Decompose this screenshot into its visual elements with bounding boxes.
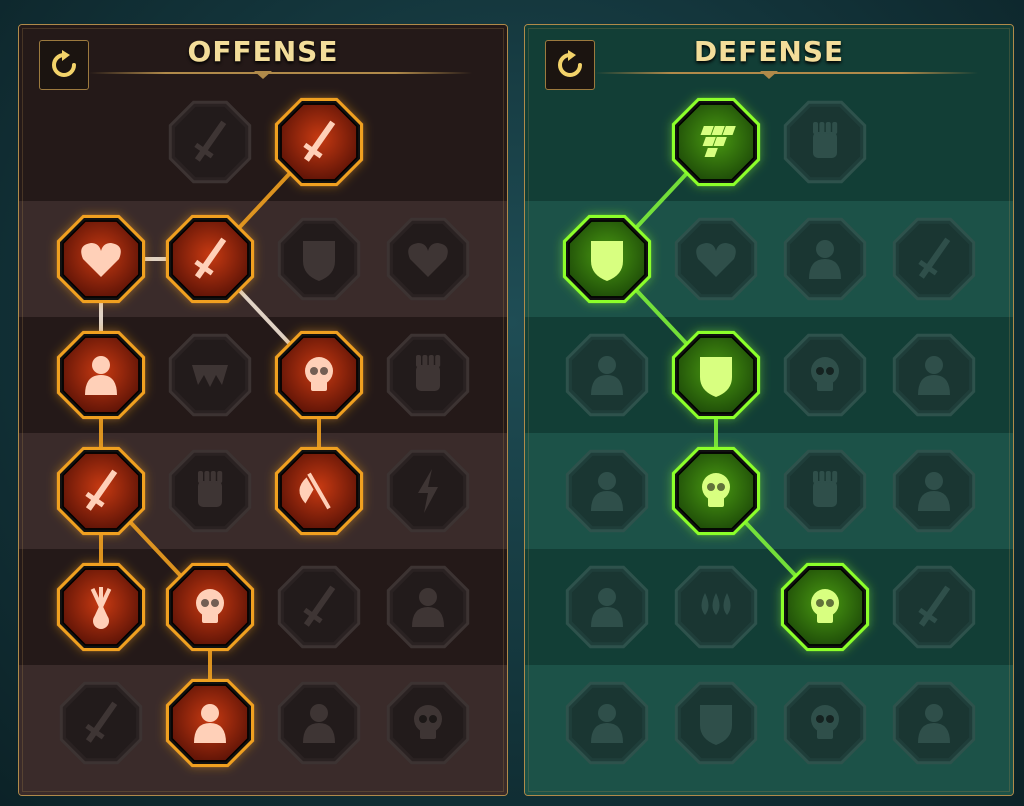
talent-node[interactable] [165, 678, 255, 768]
talent-node[interactable] [892, 565, 976, 649]
talent-node[interactable] [277, 681, 361, 765]
talent-node[interactable] [56, 330, 146, 420]
talent-node[interactable] [386, 681, 470, 765]
talent-node[interactable] [56, 562, 146, 652]
talent-node[interactable] [562, 214, 652, 304]
talent-node[interactable] [386, 565, 470, 649]
talent-node[interactable] [277, 565, 361, 649]
panel-header: DEFENSE [525, 25, 1013, 90]
talent-node[interactable] [165, 214, 255, 304]
talent-node[interactable] [168, 333, 252, 417]
talent-node[interactable] [168, 100, 252, 184]
talent-node[interactable] [892, 217, 976, 301]
talent-node[interactable] [274, 330, 364, 420]
talent-node[interactable] [565, 333, 649, 417]
panel-title: OFFENSE [187, 35, 339, 68]
talent-node[interactable] [892, 449, 976, 533]
talent-node[interactable] [783, 333, 867, 417]
talent-node[interactable] [674, 217, 758, 301]
defense-panel: DEFENSE [524, 24, 1014, 796]
talent-node[interactable] [165, 562, 255, 652]
talent-node[interactable] [56, 446, 146, 536]
panel-title: DEFENSE [693, 35, 845, 68]
talent-node[interactable] [783, 681, 867, 765]
talent-node[interactable] [59, 681, 143, 765]
talent-node[interactable] [671, 446, 761, 536]
talent-node[interactable] [783, 217, 867, 301]
talent-node[interactable] [274, 97, 364, 187]
defense-talent-tree [562, 97, 976, 765]
talent-node[interactable] [565, 681, 649, 765]
title-caret [760, 71, 778, 79]
talent-node[interactable] [565, 565, 649, 649]
title-caret [254, 71, 272, 79]
offense-talent-tree [56, 97, 470, 768]
offense-panel: OFFENSE [18, 24, 508, 796]
talent-node[interactable] [892, 681, 976, 765]
blood-drops-icon [701, 593, 731, 615]
title-divider [89, 72, 472, 74]
talent-node[interactable] [783, 100, 867, 184]
talent-node[interactable] [565, 449, 649, 533]
talent-node[interactable] [277, 217, 361, 301]
talent-node[interactable] [892, 333, 976, 417]
talent-node[interactable] [386, 333, 470, 417]
talent-node[interactable] [780, 562, 870, 652]
talent-node[interactable] [386, 217, 470, 301]
talent-node[interactable] [386, 449, 470, 533]
talent-node[interactable] [671, 97, 761, 187]
title-divider [595, 72, 978, 74]
talent-node[interactable] [783, 449, 867, 533]
talent-node[interactable] [674, 681, 758, 765]
talent-node[interactable] [56, 214, 146, 304]
talent-node[interactable] [674, 565, 758, 649]
talent-node[interactable] [274, 446, 364, 536]
talent-node[interactable] [671, 330, 761, 420]
talent-node[interactable] [168, 449, 252, 533]
panel-header: OFFENSE [19, 25, 507, 90]
